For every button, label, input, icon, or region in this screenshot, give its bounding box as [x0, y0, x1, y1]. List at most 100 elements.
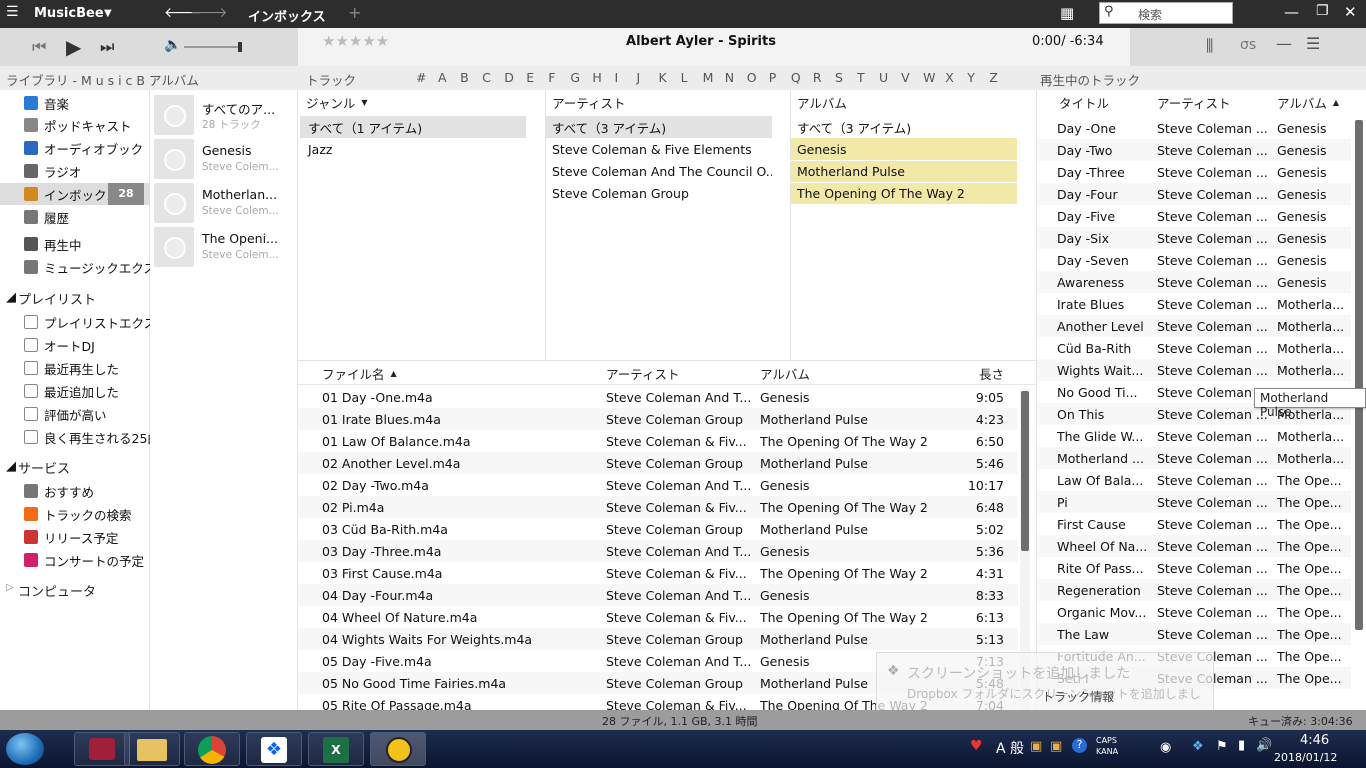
- album-item-all[interactable]: すべて（3 アイテム): [791, 116, 1017, 138]
- genre-header[interactable]: ジャンル ▼: [306, 90, 368, 114]
- dropbox-tray-icon[interactable]: ❖: [1192, 739, 1204, 754]
- musicbee-tray-icon[interactable]: ◉: [1160, 740, 1171, 755]
- file-row[interactable]: 02 Another Level.m4a Steve Coleman Group M…: [298, 452, 1018, 474]
- network-icon[interactable]: ▮: [1238, 738, 1245, 753]
- playlist-item-5[interactable]: 良く再生される25曲: [0, 426, 160, 448]
- letter-e[interactable]: E: [526, 70, 534, 85]
- file-row[interactable]: 01 Day -One.m4a Steve Coleman And T... Gen…: [298, 386, 1018, 408]
- minimize-player-icon[interactable]: —: [1276, 34, 1292, 53]
- col-filename[interactable]: ファイル名 ▲: [322, 361, 397, 385]
- service-item-1[interactable]: トラックの検索: [0, 503, 150, 525]
- np-row[interactable]: Day -Two Steve Coleman ... Genesis: [1037, 139, 1351, 161]
- ime-tools-icon[interactable]: ▣: [1030, 739, 1042, 754]
- letter-k[interactable]: K: [659, 70, 667, 85]
- previous-icon[interactable]: ⏮: [32, 37, 46, 57]
- genre-item[interactable]: Jazz: [300, 138, 526, 160]
- file-row[interactable]: 03 Day -Three.m4a Steve Coleman And T... G…: [298, 540, 1018, 562]
- np-row[interactable]: Rite Of Pass... Steve Coleman ... The Ope.…: [1037, 557, 1351, 579]
- taskbar-dropbox[interactable]: ❖: [246, 732, 302, 766]
- services-toggle[interactable]: ◢: [6, 459, 16, 474]
- forward-arrow-icon[interactable]: 🡒: [190, 4, 228, 21]
- lastfm-icon[interactable]: σs: [1240, 37, 1256, 53]
- letter-c[interactable]: C: [482, 70, 491, 85]
- file-row[interactable]: 03 Cüd Ba-Rith.m4a Steve Coleman Group Mot…: [298, 518, 1018, 540]
- letter-h[interactable]: H: [592, 70, 601, 85]
- computer-toggle[interactable]: ▷: [6, 582, 14, 593]
- letter-g[interactable]: G: [570, 70, 580, 85]
- letter-f[interactable]: F: [548, 70, 555, 85]
- services-header[interactable]: サービス: [18, 458, 70, 477]
- speaker-icon[interactable]: 🔊: [1256, 738, 1272, 753]
- next-icon[interactable]: ⏭: [100, 37, 114, 57]
- album-item-1[interactable]: Genesis Steve Colem...: [154, 139, 296, 183]
- menu-icon[interactable]: ☰: [6, 4, 19, 20]
- file-row[interactable]: 01 Law Of Balance.m4a Steve Coleman & Fiv…: [298, 430, 1018, 452]
- clock-time[interactable]: 4:46: [1300, 733, 1329, 748]
- letter-o[interactable]: O: [747, 70, 757, 85]
- file-row[interactable]: 04 Wights Waits For Weights.m4a Steve Col…: [298, 628, 1018, 650]
- genre-item-all[interactable]: すべて（1 アイテム): [300, 116, 526, 138]
- letter-d[interactable]: D: [504, 70, 514, 85]
- np-row[interactable]: Day -Five Steve Coleman ... Genesis: [1037, 205, 1351, 227]
- file-row[interactable]: 02 Day -Two.m4a Steve Coleman And T... Gen…: [298, 474, 1018, 496]
- np-col-artist[interactable]: アーティスト: [1157, 90, 1231, 114]
- np-row[interactable]: Another Level Steve Coleman ... Motherla..…: [1037, 315, 1351, 337]
- sidebar-item-0[interactable]: 音楽: [0, 92, 150, 114]
- playlist-item-1[interactable]: オートDJ: [0, 334, 150, 356]
- playlists-header[interactable]: プレイリスト: [18, 289, 96, 308]
- sidebar-item-4[interactable]: インボックス 28: [0, 183, 150, 205]
- playlist-item-0[interactable]: プレイリストエクス: [0, 311, 156, 333]
- np-row[interactable]: Wheel Of Na... Steve Coleman ... The Ope..…: [1037, 535, 1351, 557]
- volume-slider[interactable]: [184, 42, 242, 52]
- letter-m[interactable]: M: [703, 70, 714, 85]
- ime-dictionary-icon[interactable]: ▣: [1050, 739, 1062, 754]
- taskbar-musicbee[interactable]: [370, 732, 426, 766]
- equalizer-icon[interactable]: ⫼: [1206, 36, 1213, 56]
- artist-header[interactable]: アーティスト: [552, 90, 626, 114]
- service-item-3[interactable]: コンサートの予定: [0, 549, 150, 571]
- letter-a[interactable]: A: [438, 70, 447, 85]
- np-row[interactable]: The Glide W... Steve Coleman ... Motherla.…: [1037, 425, 1351, 447]
- album-item[interactable]: Motherland Pulse: [791, 160, 1017, 182]
- col-artist[interactable]: アーティスト: [606, 361, 680, 385]
- file-row[interactable]: 04 Day -Four.m4a Steve Coleman And T... Ge…: [298, 584, 1018, 606]
- letter-q[interactable]: Q: [791, 70, 801, 85]
- np-row[interactable]: First Cause Steve Coleman ... The Ope...: [1037, 513, 1351, 535]
- letter-i[interactable]: I: [614, 70, 618, 85]
- album-item-2[interactable]: Motherlan... Steve Colem...: [154, 183, 296, 227]
- letter-j[interactable]: J: [637, 70, 641, 85]
- file-row[interactable]: 04 Wheel Of Nature.m4a Steve Coleman & Fi…: [298, 606, 1018, 628]
- letter-w[interactable]: W: [923, 70, 935, 85]
- heart-icon[interactable]: ♥: [970, 738, 983, 754]
- help-icon[interactable]: ?: [1072, 738, 1087, 753]
- track-info-label[interactable]: トラック情報: [1042, 688, 1114, 705]
- letter-t[interactable]: T: [857, 70, 865, 85]
- service-item-0[interactable]: おすすめ: [0, 480, 150, 502]
- add-tab-icon[interactable]: +: [348, 3, 361, 22]
- letter-s[interactable]: S: [835, 70, 843, 85]
- letter-r[interactable]: R: [813, 70, 822, 85]
- np-col-title[interactable]: タイトル: [1059, 90, 1109, 114]
- playlist-item-2[interactable]: 最近再生した: [0, 357, 150, 379]
- np-row[interactable]: Irate Blues Steve Coleman ... Motherla...: [1037, 293, 1351, 315]
- sidebar-item-7[interactable]: ミュージックエクス: [0, 256, 156, 278]
- np-row[interactable]: Day -Seven Steve Coleman ... Genesis: [1037, 249, 1351, 271]
- layout-icon[interactable]: ▦: [1060, 4, 1074, 22]
- np-row[interactable]: The Law Steve Coleman ... The Ope...: [1037, 623, 1351, 645]
- sidebar-item-5[interactable]: 履歴: [0, 206, 150, 228]
- np-scrollbar[interactable]: [1355, 120, 1363, 630]
- playlists-toggle[interactable]: ◢: [6, 290, 16, 305]
- service-item-2[interactable]: リリース予定: [0, 526, 150, 548]
- album-header[interactable]: アルバム: [797, 90, 847, 114]
- sidebar-item-1[interactable]: ポッドキャスト: [0, 114, 150, 136]
- col-length[interactable]: 長さ: [979, 361, 1004, 385]
- np-row[interactable]: Day -Three Steve Coleman ... Genesis: [1037, 161, 1351, 183]
- scroll-thumb[interactable]: [1021, 391, 1029, 551]
- np-row[interactable]: Day -One Steve Coleman ... Genesis: [1037, 117, 1351, 139]
- taskbar-key-app[interactable]: [74, 732, 130, 766]
- letter-v[interactable]: V: [901, 70, 910, 85]
- restore-icon[interactable]: ❐: [1316, 3, 1329, 19]
- file-row[interactable]: 02 Pi.m4a Steve Coleman & Fiv... The Openi…: [298, 496, 1018, 518]
- artist-item[interactable]: Steve Coleman And The Council O...: [546, 160, 772, 182]
- np-row[interactable]: Day -Six Steve Coleman ... Genesis: [1037, 227, 1351, 249]
